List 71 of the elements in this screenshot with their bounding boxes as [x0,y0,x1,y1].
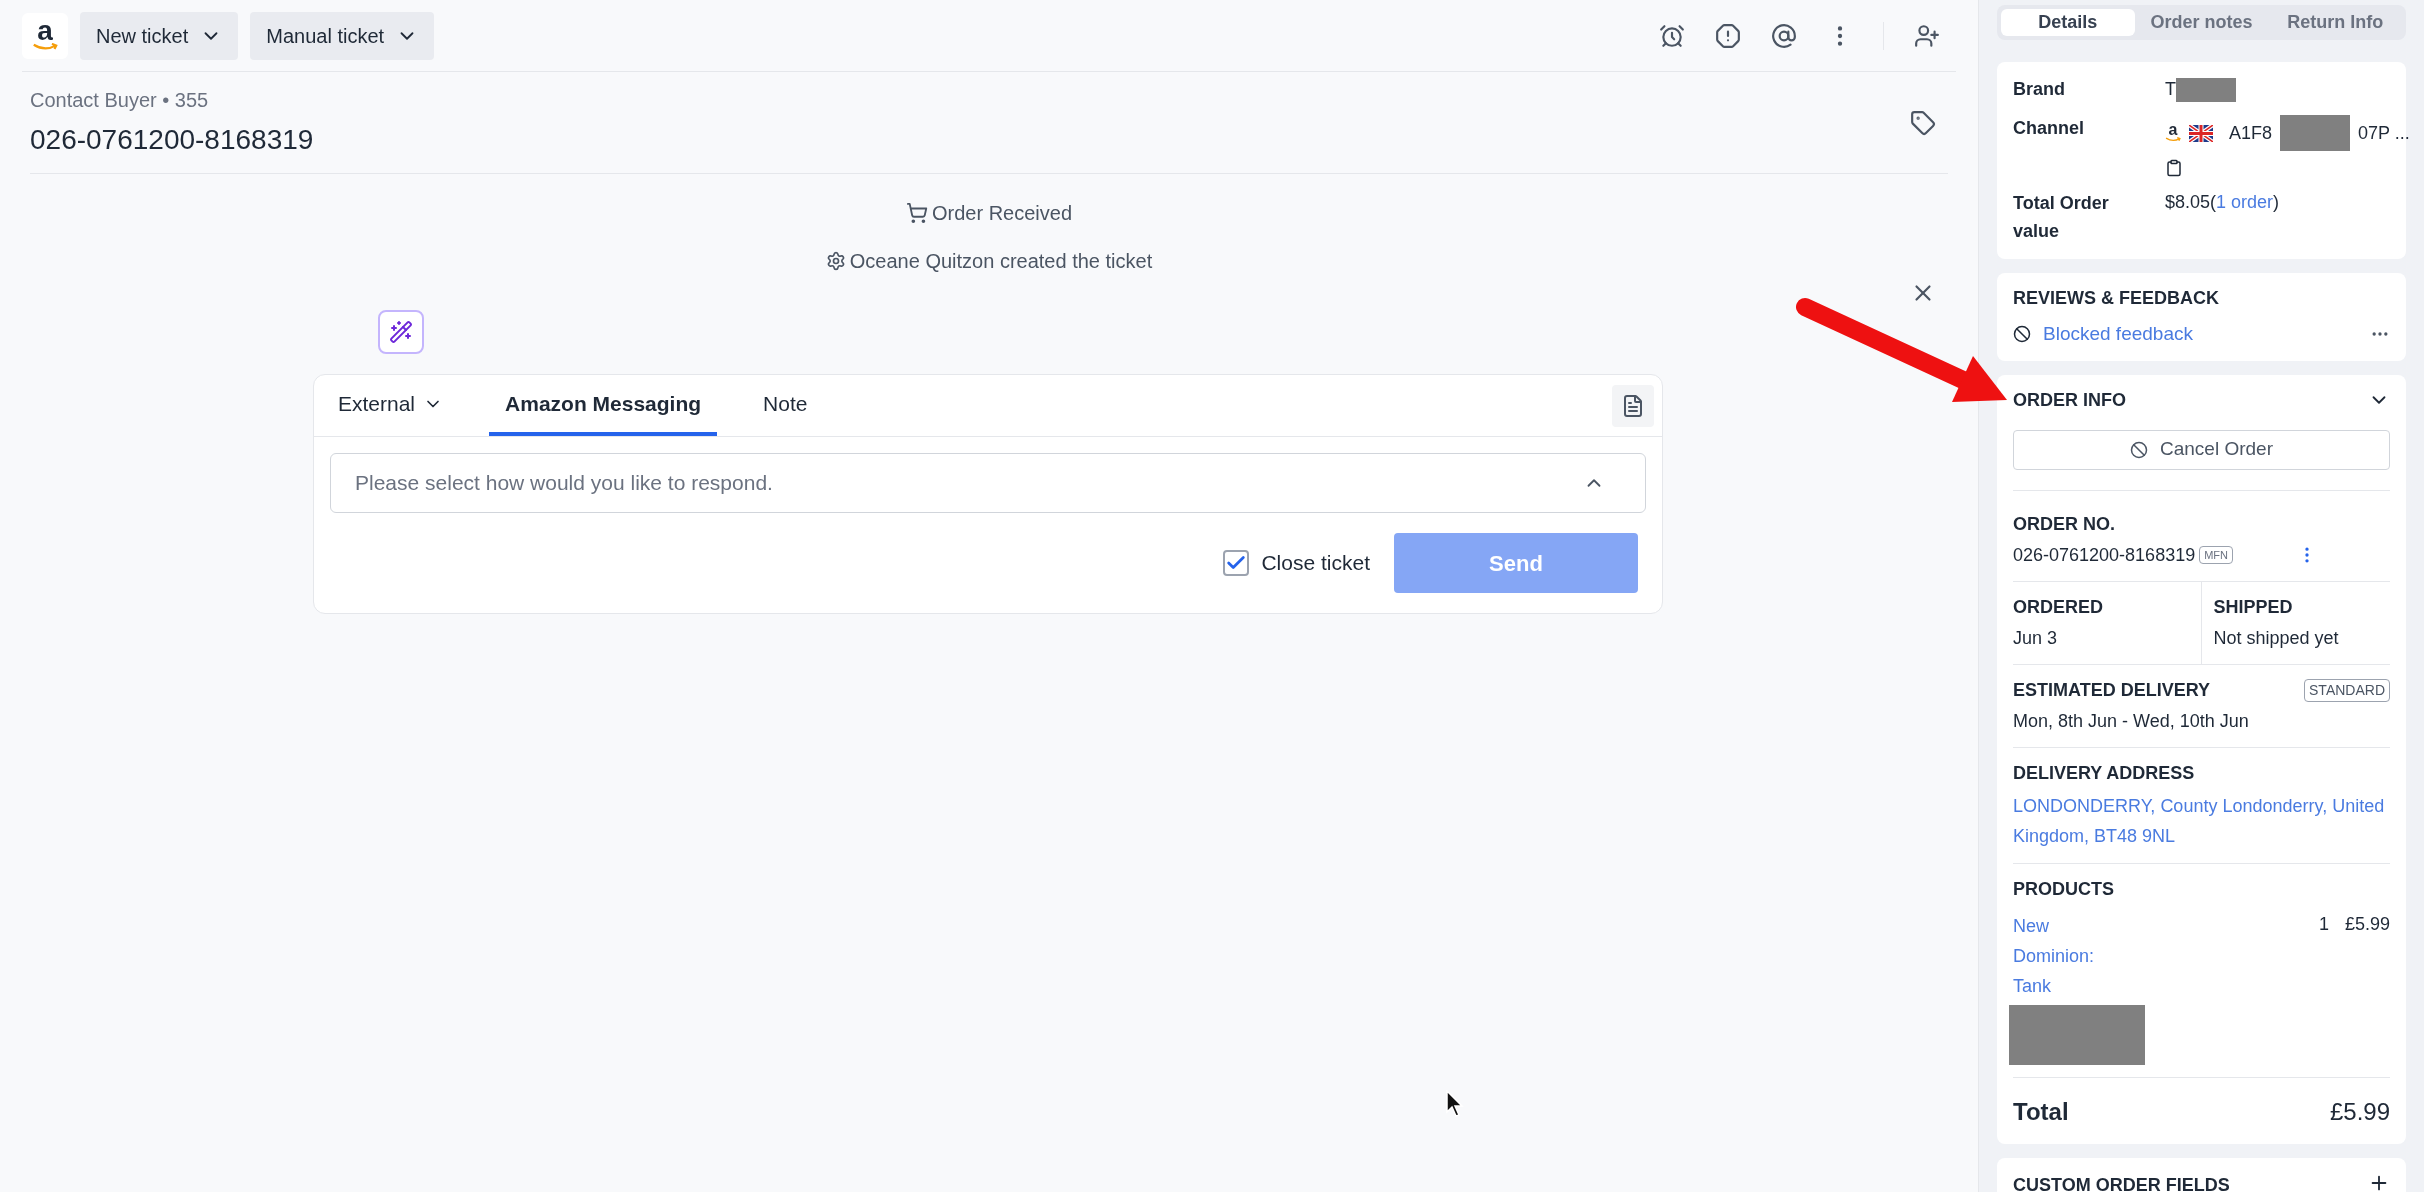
logo-letter: a [37,19,53,44]
sidebar-tab[interactable]: Return Info [2268,9,2402,36]
clipboard-icon[interactable] [2165,159,2183,177]
checkbox-label: Close ticket [1261,550,1370,577]
field-label: ORDERED [2013,595,2104,619]
snooze-icon[interactable] [1659,22,1685,49]
checkbox[interactable] [1223,550,1250,576]
response-select[interactable]: Please select how would you like to respond. [330,453,1646,513]
field-label: SHIPPED [2213,595,2294,619]
field-value: ) [2273,191,2280,214]
redaction-block [2280,115,2351,151]
cancel-order-button[interactable]: Cancel Order [2013,429,2390,470]
alert-icon[interactable] [1715,22,1741,49]
amazon-logo[interactable]: a [22,12,68,59]
channel-dropdown[interactable]: External [322,375,460,436]
sidebar-tab[interactable]: Details [2001,9,2135,36]
settings-icon [825,251,846,271]
smile-icon [2165,137,2181,143]
ticket-type-dropdown[interactable]: New ticket [80,11,239,60]
orders-link[interactable]: 1 order [2216,189,2274,216]
blocked-icon [2013,325,2031,344]
composer-tab[interactable]: Note [747,375,824,436]
redaction-block [2176,77,2236,102]
product-price: £5.99 [2344,912,2390,936]
field-value: Not shipped yet [2213,626,2340,650]
channel-id: A1F8 [2229,121,2273,145]
field-label: ORDER NO. [2013,512,2116,536]
cart-icon [905,202,928,224]
ticket-subtitle: Contact Buyer • 355 [30,87,210,113]
composer-tab[interactable]: Amazon Messaging [489,375,718,436]
field-value: $8.05( [2165,191,2217,214]
field-label: ESTIMATED DELIVERY [2013,678,2210,702]
smile-icon [32,43,58,52]
sidebar-tab[interactable]: Order notes [2134,9,2269,36]
fulfilment-tag: MFN [2199,545,2233,565]
total-value: £5.99 [2329,1096,2390,1127]
magic-wand-icon [389,320,413,344]
field-label: DELIVERY ADDRESS [2013,761,2196,785]
field-value: Jun 3 [2013,626,2059,650]
timeline-event: Oceane Quitzon created the ticket [849,249,1153,274]
template-button[interactable] [1612,384,1654,427]
product-link[interactable]: New Dominion: Tank [2013,910,2108,1001]
section-title: CUSTOM ORDER FIELDS [2013,1173,2230,1192]
mouse-pointer-icon [1446,1090,1464,1118]
add-user-icon[interactable] [1914,22,1940,49]
ticket-type-dropdown[interactable]: Manual ticket [250,11,435,60]
channel-logo: a [2168,123,2178,138]
select-placeholder: Please select how would you like to respond. [355,470,773,497]
ai-assist-button[interactable] [378,310,424,354]
shipping-tag: STANDARD [2304,678,2390,702]
section-title: REVIEWS & FEEDBACK [2013,287,2220,310]
field-value: T [2165,78,2176,101]
order-number: 026-0761200-8168319 [2013,543,2196,567]
field-value: Mon, 8th Jun - Wed, 10th Jun [2013,709,2250,733]
ticket-title: 026-0761200-8168319 [30,122,314,157]
blocked-icon [2130,440,2148,459]
blocked-feedback-link[interactable]: Blocked feedback [2043,320,2193,349]
timeline-event: Order Received [931,201,1073,226]
address-link[interactable]: LONDONDERRY, County Londonderry, United Kingdom, BT48 9NL [2013,790,2390,851]
section-title: ORDER INFO [2013,388,2126,412]
product-quantity: 1 [2318,912,2329,936]
channel-id: 07P ... [2358,121,2410,145]
document-icon [1621,393,1645,418]
tag-icon[interactable] [1910,109,1936,136]
mention-icon[interactable] [1771,22,1797,49]
field-label: Channel [2013,117,2085,140]
flag-icon [2189,124,2213,142]
field-label: PRODUCTS [2013,877,2115,901]
total-label: Total [2013,1096,2069,1127]
field-label: Brand [2013,78,2066,101]
field-label: Total Order value [2013,192,2110,243]
